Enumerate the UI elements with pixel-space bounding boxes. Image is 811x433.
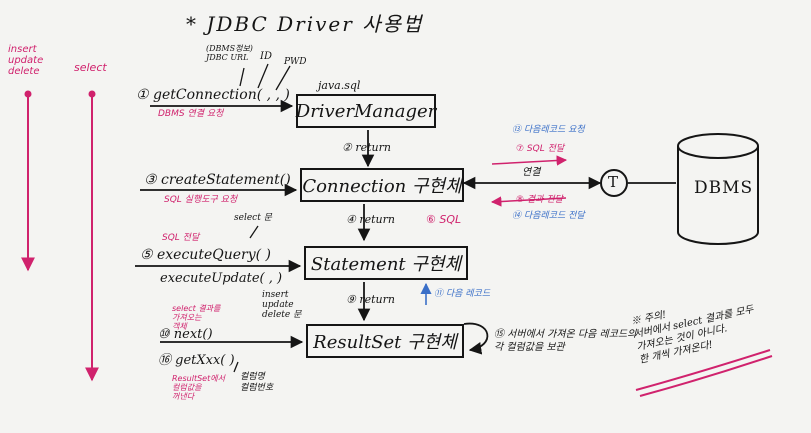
transaction-label: T xyxy=(608,173,619,191)
param-id: ID xyxy=(260,51,272,62)
timeline-select xyxy=(85,90,99,382)
whiteboard-diagram: * JDBC Driver 사용법 insert update delete s… xyxy=(0,0,811,433)
dbms-label: DBMS xyxy=(694,178,754,198)
column-args-note: 컬럼명 컬럼번호 xyxy=(240,372,274,393)
execute-query-call: ⑤ executeQuery( ) xyxy=(140,247,271,263)
param-pwd: PWD xyxy=(284,57,307,67)
resultset-loop-arrow xyxy=(463,322,489,355)
connection-box: Connection 구현체 xyxy=(300,168,464,202)
sql-forward-label: ⑦ SQL 전달 xyxy=(516,144,565,154)
resultset-box: ResultSet 구현체 xyxy=(306,324,464,358)
param-jdbc-url: (DBMS정보) JDBC URL xyxy=(206,44,253,62)
statement-label: Statement 구현체 xyxy=(310,254,462,275)
driver-manager-label: DriverManager xyxy=(295,100,437,122)
connector-lines xyxy=(21,63,773,397)
driver-manager-package: java.sql xyxy=(318,79,361,92)
label-insert-update-delete: insert update delete xyxy=(8,44,44,77)
get-xxx-call: ⑯ getXxx( ) xyxy=(158,353,235,368)
return-9: ⑨ return xyxy=(346,293,395,306)
deliver-next-record: ⑭ 다음레코드 전달 xyxy=(512,211,585,221)
driver-manager-box: DriverManager xyxy=(296,94,436,128)
timeline-insert-update-delete xyxy=(21,90,35,272)
get-connection-call: ① getConnection( , , ) xyxy=(136,87,290,103)
param-tick-url xyxy=(239,67,245,87)
server-buffer-note: ⑮ 서버에서 가져온 다음 레코드의 각 컬럼값을 보관 xyxy=(494,329,637,353)
next-record-label: ⑪ 다음 레코드 xyxy=(434,289,491,299)
return-2: ② return xyxy=(342,141,391,154)
statement-box: Statement 구현체 xyxy=(304,246,468,280)
sql-executor-request: SQL 실행도구 요청 xyxy=(164,195,238,205)
request-next-record: ⑬ 다음레코드 요청 xyxy=(512,125,585,135)
return-6-sql: ⑥ SQL xyxy=(426,213,462,226)
arrow-sql-send xyxy=(491,155,568,166)
resultset-read-note: ResultSet에서 컬럼값을 꺼낸다 xyxy=(172,374,225,401)
select-statement-label: select 문 xyxy=(234,213,272,223)
link-label: 연결 xyxy=(522,167,541,178)
connection-label: Connection 구현체 xyxy=(302,176,462,197)
dbms-connect-request: DBMS 연결 요청 xyxy=(158,109,224,119)
create-statement-call: ③ createStatement() xyxy=(144,172,291,188)
return-4: ④ return xyxy=(346,213,395,226)
diagram-title: * JDBC Driver 사용법 xyxy=(186,12,424,36)
result-forward-label: ⑧ 결과 전달 xyxy=(516,195,563,205)
label-select: select xyxy=(74,61,107,74)
next-call: ⑩ next() xyxy=(158,327,213,342)
resultset-label: ResultSet 구현체 xyxy=(313,332,457,353)
param-tick-id xyxy=(257,63,269,89)
sql-send-label: SQL 전달 xyxy=(162,233,200,243)
execute-update-call: executeUpdate( , ) xyxy=(160,271,283,286)
param-tick-column xyxy=(233,361,239,373)
param-tick-select xyxy=(249,225,259,239)
dml-statement-label: insert update delete 문 xyxy=(262,290,302,320)
